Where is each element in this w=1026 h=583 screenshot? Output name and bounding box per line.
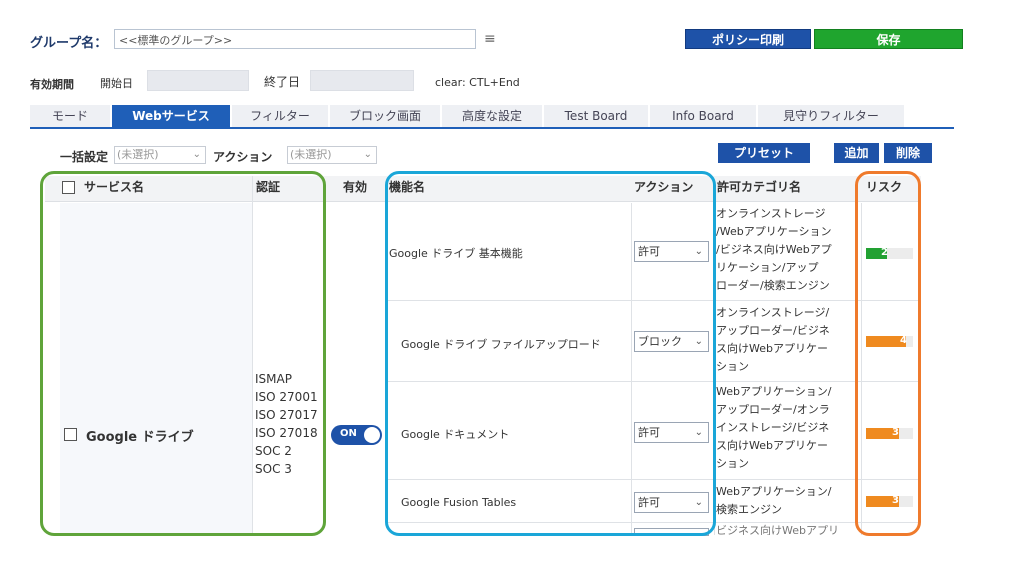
bulk-setting-label: 一括設定 (60, 150, 109, 164)
tab-bar: モード Webサービス フィルター ブロック画面 高度な設定 Test Boar… (30, 105, 954, 127)
bulk-setting-select[interactable]: (未選択) ⌄ (114, 146, 206, 164)
category-line: 検索エンジン (716, 503, 782, 516)
category-line: リケーション/アップ (716, 261, 819, 274)
service-column-highlight (40, 171, 326, 536)
end-date-label: 終了日 (264, 75, 301, 89)
bulk-action-value: (未選択) (290, 148, 332, 161)
toggle-label: ON (340, 428, 357, 439)
print-policy-button[interactable]: ポリシー印刷 (685, 29, 811, 49)
category-line: ス向けWebアプリケー (716, 342, 828, 355)
start-date-label: 開始日 (100, 77, 133, 90)
category-line: Webアプリケーション/ (716, 385, 832, 398)
tab-mode[interactable]: モード (30, 105, 110, 127)
bulk-action-label: アクション (213, 150, 273, 164)
category-line: アップローダー/ビジネ (716, 324, 830, 337)
start-date-input[interactable] (147, 70, 249, 91)
category-line: /Webアプリケーション (716, 225, 832, 238)
chevron-down-icon: ⌄ (192, 149, 201, 160)
group-label: グループ名： (30, 36, 108, 51)
category-line: ローダー/検索エンジン (716, 279, 830, 292)
tab-web-services[interactable]: Webサービス (112, 105, 230, 127)
save-button[interactable]: 保存 (814, 29, 963, 49)
list-icon[interactable]: ≡ (484, 31, 498, 47)
tab-filter[interactable]: フィルター (232, 105, 328, 127)
tab-info-board[interactable]: Info Board (650, 105, 756, 127)
preset-button[interactable]: プリセット (718, 143, 810, 163)
bulk-action-select[interactable]: (未選択) ⌄ (287, 146, 377, 164)
tab-test-board[interactable]: Test Board (544, 105, 648, 127)
tab-block-screen[interactable]: ブロック画面 (330, 105, 440, 127)
category-line: /ビジネス向けWebアプ (716, 243, 832, 256)
category-line: オンラインストレージ (716, 207, 826, 220)
risk-column-highlight (855, 171, 921, 536)
end-date-input[interactable] (310, 70, 414, 91)
tab-advanced-settings[interactable]: 高度な設定 (442, 105, 542, 127)
category-line: Webアプリケーション/ (716, 485, 832, 498)
category-text-partial: ビジネス向けWebアプリ (716, 524, 839, 535)
category-line: ション (716, 457, 749, 470)
validity-period-label: 有効期間 (30, 78, 74, 91)
tab-watch-filter[interactable]: 見守りフィルター (758, 105, 904, 127)
tab-underline (30, 127, 954, 129)
category-line: ション (716, 360, 749, 373)
toggle-knob (364, 427, 380, 443)
header-category: 許可カテゴリ名 (717, 180, 802, 194)
group-name-field[interactable]: <<標準のグループ>> (114, 29, 476, 49)
feature-column-highlight (385, 171, 716, 536)
category-text: オンラインストレージ /Webアプリケーション /ビジネス向けWebアプ リケー… (716, 205, 832, 295)
category-line: アップローダー/オンラ (716, 403, 830, 416)
clear-hint: clear: CTL+End (435, 76, 520, 89)
enabled-toggle[interactable]: ON (331, 425, 382, 445)
category-line: オンラインストレージ/ (716, 306, 830, 319)
category-line: インストレージ/ビジネ (716, 421, 830, 434)
chevron-down-icon: ⌄ (363, 149, 372, 160)
category-text: Webアプリケーション/ アップローダー/オンラ インストレージ/ビジネ ス向け… (716, 383, 831, 473)
add-button[interactable]: 追加 (834, 143, 879, 163)
category-text: Webアプリケーション/ 検索エンジン (716, 483, 831, 519)
bulk-setting-value: (未選択) (117, 148, 159, 161)
category-text: オンラインストレージ/ アップローダー/ビジネ ス向けWebアプリケー ション (716, 304, 830, 376)
category-line: ス向けWebアプリケー (716, 439, 828, 452)
header-enabled: 有効 (343, 180, 368, 194)
delete-button[interactable]: 削除 (884, 143, 932, 163)
